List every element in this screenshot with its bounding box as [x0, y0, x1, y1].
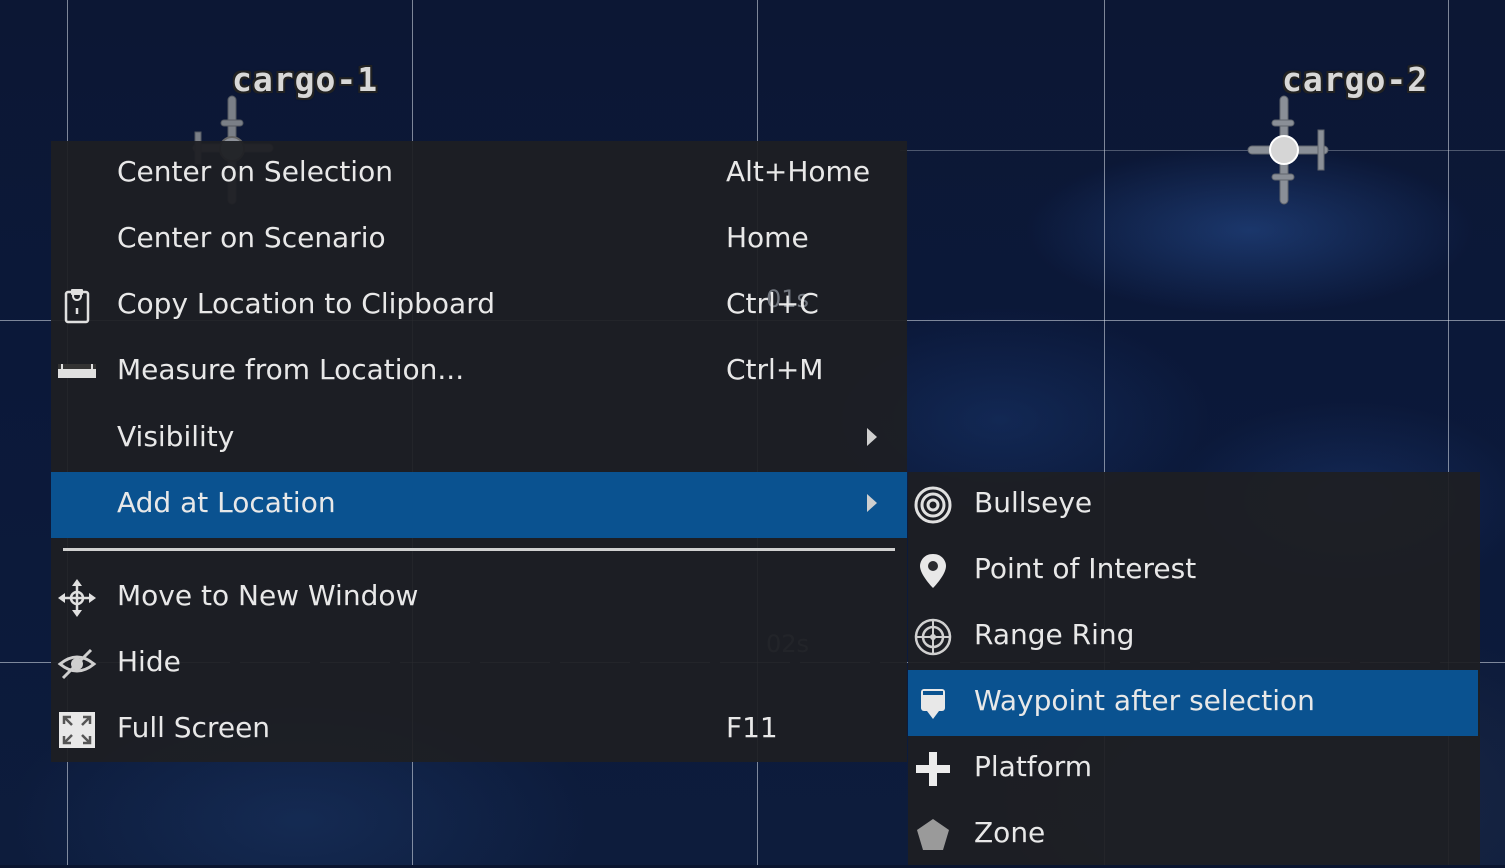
cargo-aircraft-icon[interactable] — [1240, 92, 1335, 207]
menu-item-shortcut: F11 — [726, 711, 778, 744]
menu-item-measure-from-location[interactable]: Measure from Location... Ctrl+M — [51, 339, 907, 405]
range-ring-icon — [914, 618, 952, 656]
menu-item-center-on-selection[interactable]: Center on Selection Alt+Home — [51, 141, 907, 207]
submenu-item-point-of-interest[interactable]: Point of Interest — [908, 538, 1480, 604]
submenu-item-platform[interactable]: Platform — [908, 736, 1480, 802]
submenu-item-label: Bullseye — [974, 486, 1093, 519]
ruler-icon — [58, 364, 96, 378]
menu-item-label: Visibility — [117, 420, 235, 453]
menu-item-move-to-new-window[interactable]: Move to New Window — [51, 565, 907, 631]
menu-item-label: Measure from Location... — [117, 353, 465, 386]
submenu-item-label: Waypoint after selection — [974, 684, 1315, 717]
submenu-item-bullseye[interactable]: Bullseye — [908, 472, 1480, 538]
menu-item-hide[interactable]: Hide — [51, 631, 907, 697]
submenu-item-waypoint-after-selection[interactable]: Waypoint after selection — [908, 670, 1478, 736]
menu-item-label: Copy Location to Clipboard — [117, 287, 495, 320]
menu-item-shortcut: Home — [726, 221, 809, 254]
menu-item-shortcut: Ctrl+C — [726, 287, 819, 320]
bullseye-icon — [914, 486, 952, 524]
clipboard-icon — [64, 289, 90, 324]
hide-eye-icon — [57, 648, 97, 680]
menu-item-full-screen[interactable]: Full Screen F11 — [51, 697, 907, 763]
menu-item-label: Hide — [117, 645, 181, 678]
menu-item-add-at-location[interactable]: Add at Location — [51, 472, 907, 538]
menu-item-label: Center on Selection — [117, 155, 393, 188]
context-menu: 01s Center on Selection Alt+Home Center … — [51, 141, 907, 762]
submenu-item-range-ring[interactable]: Range Ring — [908, 604, 1480, 670]
menu-item-label: Add at Location — [117, 486, 336, 519]
submenu-item-label: Range Ring — [974, 618, 1135, 651]
submenu-item-zone[interactable]: Zone — [908, 802, 1480, 868]
move-icon — [58, 579, 96, 617]
add-at-location-submenu: Bullseye Point of Interest Range Ring Wa… — [908, 472, 1480, 865]
menu-item-visibility[interactable]: Visibility — [51, 406, 907, 472]
menu-item-shortcut: Ctrl+M — [726, 353, 824, 386]
menu-item-shortcut: Alt+Home — [726, 155, 871, 188]
menu-item-label: Center on Scenario — [117, 221, 386, 254]
menu-separator — [63, 548, 895, 551]
submenu-arrow-icon — [867, 494, 877, 512]
pentagon-icon — [917, 819, 949, 850]
track-line — [900, 150, 1505, 151]
fullscreen-icon — [59, 712, 95, 748]
map-pin-icon — [920, 554, 946, 588]
plus-icon — [916, 752, 950, 786]
menu-item-center-on-scenario[interactable]: Center on Scenario Home — [51, 207, 907, 273]
submenu-item-label: Zone — [974, 816, 1046, 849]
menu-item-label: Move to New Window — [117, 579, 419, 612]
submenu-item-label: Platform — [974, 750, 1093, 783]
menu-item-label: Full Screen — [117, 711, 271, 744]
submenu-arrow-icon — [867, 428, 877, 446]
menu-item-copy-location[interactable]: Copy Location to Clipboard Ctrl+C — [51, 273, 907, 339]
waypoint-icon — [921, 689, 945, 719]
submenu-item-label: Point of Interest — [974, 552, 1197, 585]
